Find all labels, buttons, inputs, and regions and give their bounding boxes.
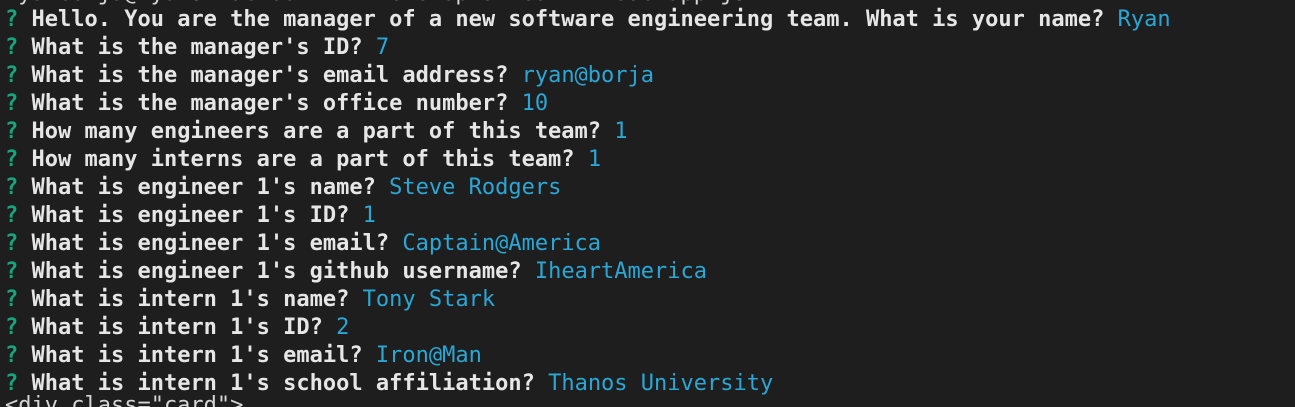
prompt-line: ? What is engineer 1's github username? … (5, 258, 707, 286)
prompt-line: ? Hello. You are the manager of a new so… (5, 6, 1171, 34)
prompt-answer: Steve Rodgers (389, 175, 562, 200)
prompt-answer: 1 (614, 119, 628, 144)
terminal-window[interactable]: ryanborja@ryans-MacBook-Air Develop-a-Te… (0, 0, 1295, 407)
prompt-line: ? How many engineers are a part of this … (5, 118, 628, 146)
prompt-line: ? What is the manager's office number? 1… (5, 90, 548, 118)
prompt-question: What is engineer 1's email? (31, 231, 390, 256)
question-mark-icon: ? (5, 147, 19, 172)
prompt-answer: 7 (375, 35, 390, 60)
prompt-line: ? What is intern 1's name? Tony Stark (5, 286, 495, 314)
prompt-question: What is the manager's email address? (31, 63, 509, 88)
terminal-partial-output-line: <div class="card"> (5, 393, 244, 407)
question-mark-icon: ? (5, 7, 19, 32)
question-mark-icon: ? (5, 315, 19, 340)
prompt-line: ? What is engineer 1's name? Steve Rodge… (5, 174, 561, 202)
prompt-answer: 10 (521, 91, 549, 116)
prompt-line: ? What is engineer 1's ID? 1 (5, 202, 376, 230)
prompt-question: What is the manager's ID? (31, 35, 363, 60)
prompt-question: How many interns are a part of this team… (31, 147, 575, 172)
question-mark-icon: ? (5, 35, 19, 60)
question-mark-icon: ? (5, 343, 19, 368)
prompt-answer: 2 (336, 315, 350, 340)
prompt-answer: Iron@Man (375, 343, 482, 368)
prompt-answer: 1 (587, 147, 602, 172)
prompt-line: ? What is engineer 1's email? Captain@Am… (5, 230, 601, 258)
prompt-line: ? What is intern 1's ID? 2 (5, 314, 349, 342)
prompt-answer: Ryan (1117, 7, 1171, 32)
question-mark-icon: ? (5, 91, 19, 116)
prompt-line: ? How many interns are a part of this te… (5, 146, 601, 174)
prompt-question: What is the manager's office number? (31, 91, 509, 116)
question-mark-icon: ? (5, 287, 19, 312)
prompt-question: What is intern 1's email? (31, 343, 363, 368)
prompt-answer: 1 (362, 203, 376, 228)
question-mark-icon: ? (5, 63, 19, 88)
question-mark-icon: ? (5, 231, 19, 256)
prompt-line: ? What is the manager's ID? 7 (5, 34, 389, 62)
question-mark-icon: ? (5, 175, 19, 200)
prompt-answer: Captain@America (402, 231, 602, 256)
prompt-question: What is engineer 1's name? (31, 175, 376, 200)
prompt-answer: IheartAmerica (534, 259, 708, 284)
prompt-answer: ryan@borja (521, 63, 655, 88)
prompt-question: How many engineers are a part of this te… (31, 119, 602, 144)
prompt-question: What is engineer 1's github username? (31, 259, 522, 284)
prompt-question: Hello. You are the manager of a new soft… (31, 7, 1105, 32)
question-mark-icon: ? (5, 119, 19, 144)
prompt-line: ? What is intern 1's email? Iron@Man (5, 342, 482, 370)
question-mark-icon: ? (5, 259, 19, 284)
prompt-line: ? What is the manager's email address? r… (5, 62, 654, 90)
prompt-answer: Thanos University (548, 371, 774, 396)
prompt-question: What is engineer 1's ID? (31, 203, 350, 228)
prompt-answer: Tony Stark (362, 287, 496, 312)
prompt-question: What is intern 1's ID? (31, 315, 323, 340)
prompt-question: What is intern 1's name? (31, 287, 350, 312)
question-mark-icon: ? (5, 203, 19, 228)
